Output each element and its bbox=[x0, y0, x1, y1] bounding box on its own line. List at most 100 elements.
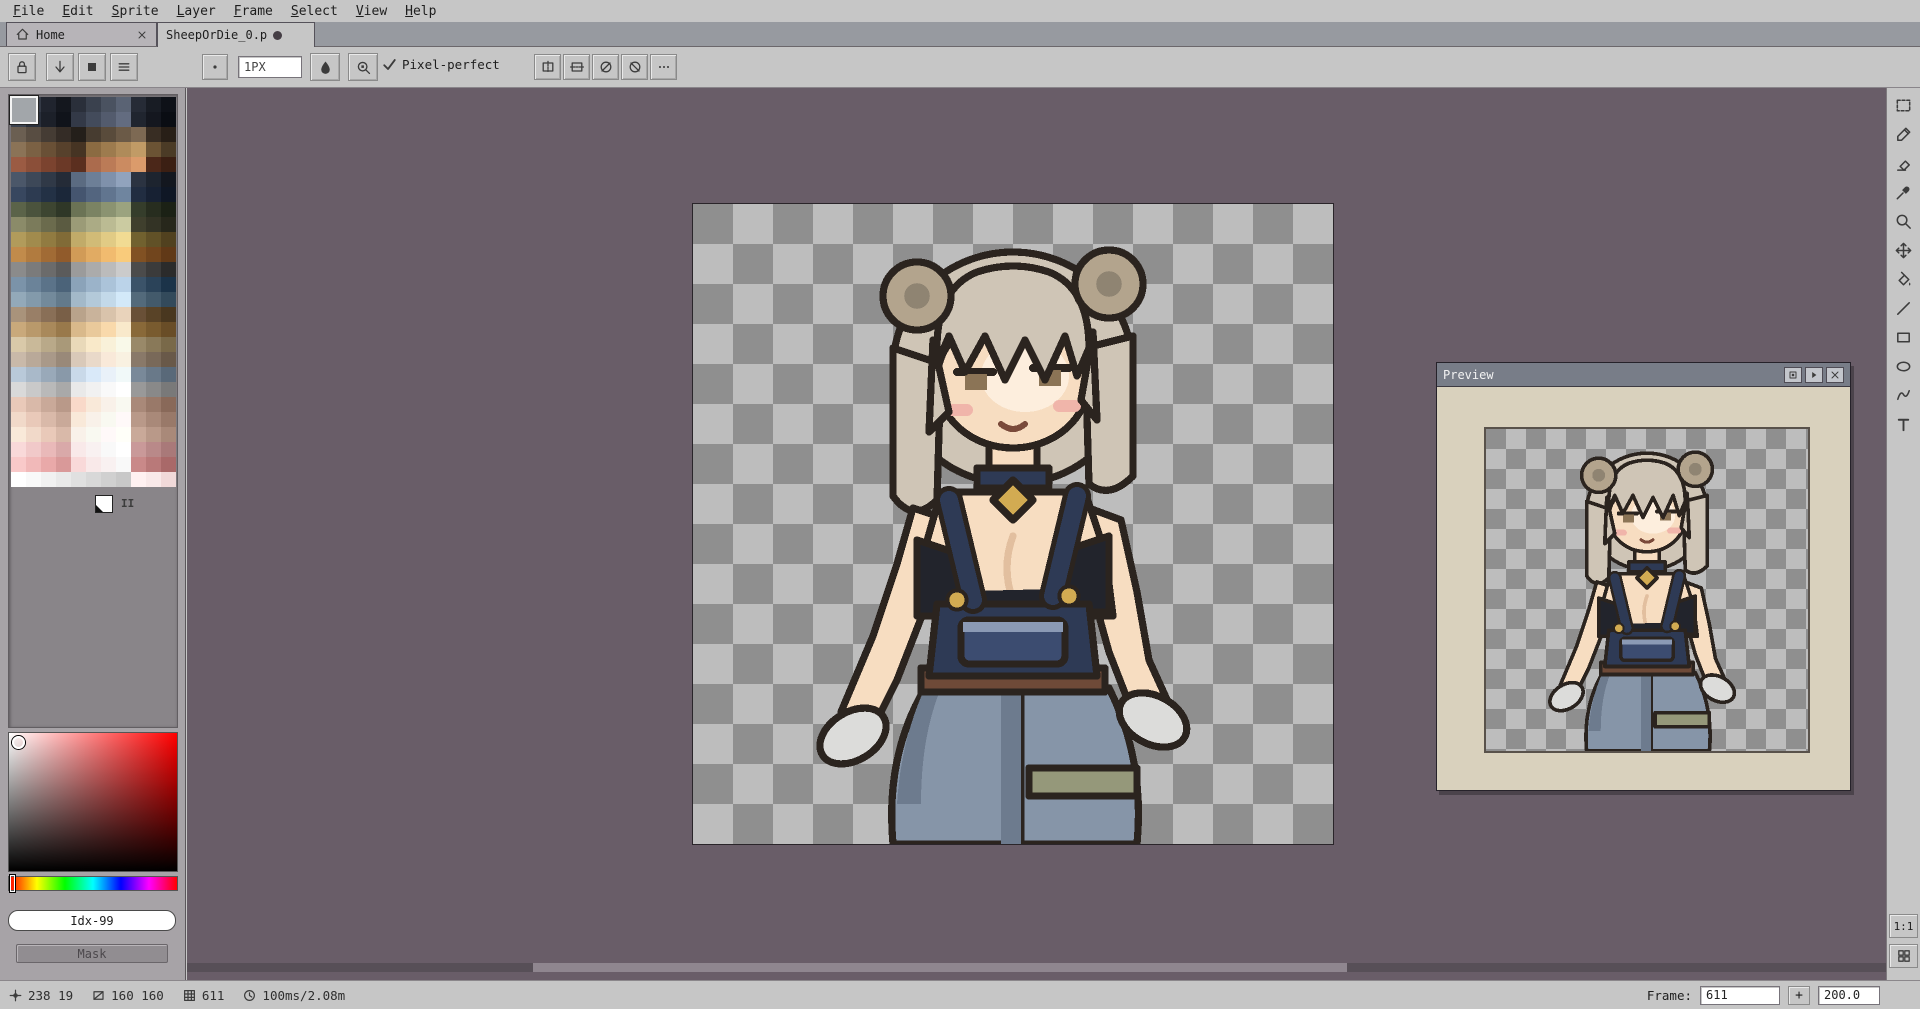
palette-swatch-2-2[interactable] bbox=[41, 127, 56, 142]
selected-palette-swatch[interactable] bbox=[9, 95, 39, 125]
palette-swatch-20-5[interactable] bbox=[86, 397, 101, 412]
palette-swatch-8-0[interactable] bbox=[11, 217, 26, 232]
palette-swatch-3-4[interactable] bbox=[71, 142, 86, 157]
palette-swatch-5-4[interactable] bbox=[71, 172, 86, 187]
palette-swatch-9-10[interactable] bbox=[161, 232, 176, 247]
palette-swatch-21-8[interactable] bbox=[131, 412, 146, 427]
palette-swatch-0-4[interactable] bbox=[71, 97, 86, 112]
palette-swatch-18-2[interactable] bbox=[41, 367, 56, 382]
palette-swatch-4-10[interactable] bbox=[161, 157, 176, 172]
palette-swatch-13-0[interactable] bbox=[11, 292, 26, 307]
palette-swatch-2-10[interactable] bbox=[161, 127, 176, 142]
palette-swatch-1-4[interactable] bbox=[71, 112, 86, 127]
palette-swatch-4-8[interactable] bbox=[131, 157, 146, 172]
palette-swatch-10-10[interactable] bbox=[161, 247, 176, 262]
symmetry-both-button[interactable] bbox=[592, 54, 619, 80]
palette-swatch-8-1[interactable] bbox=[26, 217, 41, 232]
palette-swatch-17-8[interactable] bbox=[131, 352, 146, 367]
palette-swatch-20-3[interactable] bbox=[56, 397, 71, 412]
palette-swatch-19-4[interactable] bbox=[71, 382, 86, 397]
palette-swatch-17-2[interactable] bbox=[41, 352, 56, 367]
palette-swatch-11-6[interactable] bbox=[101, 262, 116, 277]
palette-swatch-2-8[interactable] bbox=[131, 127, 146, 142]
palette-swatch-22-9[interactable] bbox=[146, 427, 161, 442]
palette-swatch-22-7[interactable] bbox=[116, 427, 131, 442]
tab-document[interactable]: SheepOrDie_0.p bbox=[157, 22, 315, 47]
menu-sprite[interactable]: Sprite bbox=[103, 2, 168, 21]
palette-swatch-21-2[interactable] bbox=[41, 412, 56, 427]
palette-swatch-3-1[interactable] bbox=[26, 142, 41, 157]
palette-swatch-12-2[interactable] bbox=[41, 277, 56, 292]
palette-swatch-17-4[interactable] bbox=[71, 352, 86, 367]
palette-swatch-14-8[interactable] bbox=[131, 307, 146, 322]
palette-swatch-15-8[interactable] bbox=[131, 322, 146, 337]
palette-swatch-14-9[interactable] bbox=[146, 307, 161, 322]
palette-swatch-12-7[interactable] bbox=[116, 277, 131, 292]
palette-swatch-10-4[interactable] bbox=[71, 247, 86, 262]
palette-swatch-6-4[interactable] bbox=[71, 187, 86, 202]
tool-move[interactable] bbox=[1889, 236, 1919, 265]
palette-swatch-0-5[interactable] bbox=[86, 97, 101, 112]
tool-line[interactable] bbox=[1889, 294, 1919, 323]
palette-swatch-6-3[interactable] bbox=[56, 187, 71, 202]
palette-swatch-8-3[interactable] bbox=[56, 217, 71, 232]
palette-swatch-5-3[interactable] bbox=[56, 172, 71, 187]
palette-swatch-14-7[interactable] bbox=[116, 307, 131, 322]
palette-swatch-11-1[interactable] bbox=[26, 262, 41, 277]
palette-swatch-19-3[interactable] bbox=[56, 382, 71, 397]
palette-swatch-25-3[interactable] bbox=[56, 472, 71, 487]
palette-swatch-0-9[interactable] bbox=[146, 97, 161, 112]
palette-swatch-7-7[interactable] bbox=[116, 202, 131, 217]
palette-swatch-11-2[interactable] bbox=[41, 262, 56, 277]
palette-swatch-20-2[interactable] bbox=[41, 397, 56, 412]
palette-swatch-7-4[interactable] bbox=[71, 202, 86, 217]
palette-swatch-25-7[interactable] bbox=[116, 472, 131, 487]
palette-swatch-25-8[interactable] bbox=[131, 472, 146, 487]
palette-swatch-13-9[interactable] bbox=[146, 292, 161, 307]
palette-swatch-13-6[interactable] bbox=[101, 292, 116, 307]
palette-swatch-25-9[interactable] bbox=[146, 472, 161, 487]
palette-swatch-3-9[interactable] bbox=[146, 142, 161, 157]
palette-swatch-12-8[interactable] bbox=[131, 277, 146, 292]
tab-home[interactable]: Home bbox=[6, 22, 157, 46]
palette-swatch-11-4[interactable] bbox=[71, 262, 86, 277]
palette-swatch-3-0[interactable] bbox=[11, 142, 26, 157]
palette-swatch-8-10[interactable] bbox=[161, 217, 176, 232]
palette-swatch-10-1[interactable] bbox=[26, 247, 41, 262]
palette-swatch-5-7[interactable] bbox=[116, 172, 131, 187]
palette-swatch-15-7[interactable] bbox=[116, 322, 131, 337]
palette-swatch-2-3[interactable] bbox=[56, 127, 71, 142]
palette-swatch-6-7[interactable] bbox=[116, 187, 131, 202]
palette-swatch-5-10[interactable] bbox=[161, 172, 176, 187]
palette-swatch-24-9[interactable] bbox=[146, 457, 161, 472]
palette-swatch-16-5[interactable] bbox=[86, 337, 101, 352]
palette-swatch-9-6[interactable] bbox=[101, 232, 116, 247]
sprite-canvas[interactable] bbox=[692, 203, 1334, 845]
palette-swatch-0-6[interactable] bbox=[101, 97, 116, 112]
menu-view[interactable]: View bbox=[347, 2, 396, 21]
palette-swatch-15-9[interactable] bbox=[146, 322, 161, 337]
zoom-level-input[interactable] bbox=[1818, 985, 1880, 1005]
palette-swatch-15-3[interactable] bbox=[56, 322, 71, 337]
palette-swatch-18-0[interactable] bbox=[11, 367, 26, 382]
palette-swatch-17-3[interactable] bbox=[56, 352, 71, 367]
palette-swatch-22-1[interactable] bbox=[26, 427, 41, 442]
palette-swatch-9-0[interactable] bbox=[11, 232, 26, 247]
palette-swatch-7-2[interactable] bbox=[41, 202, 56, 217]
palette-swatch-12-4[interactable] bbox=[71, 277, 86, 292]
palette-swatch-18-7[interactable] bbox=[116, 367, 131, 382]
palette-swatch-19-10[interactable] bbox=[161, 382, 176, 397]
palette-swatch-20-1[interactable] bbox=[26, 397, 41, 412]
palette-swatch-5-8[interactable] bbox=[131, 172, 146, 187]
palette-swatch-24-5[interactable] bbox=[86, 457, 101, 472]
symmetry-diagonal-button[interactable] bbox=[621, 54, 648, 80]
palette-swatch-5-9[interactable] bbox=[146, 172, 161, 187]
palette-swatch-2-6[interactable] bbox=[101, 127, 116, 142]
palette-swatch-2-4[interactable] bbox=[71, 127, 86, 142]
palette-swatch-19-8[interactable] bbox=[131, 382, 146, 397]
palette-swatch-23-1[interactable] bbox=[26, 442, 41, 457]
palette-swatch-11-8[interactable] bbox=[131, 262, 146, 277]
palette-swatch-22-10[interactable] bbox=[161, 427, 176, 442]
palette-swatch-24-8[interactable] bbox=[131, 457, 146, 472]
palette-swatch-8-8[interactable] bbox=[131, 217, 146, 232]
